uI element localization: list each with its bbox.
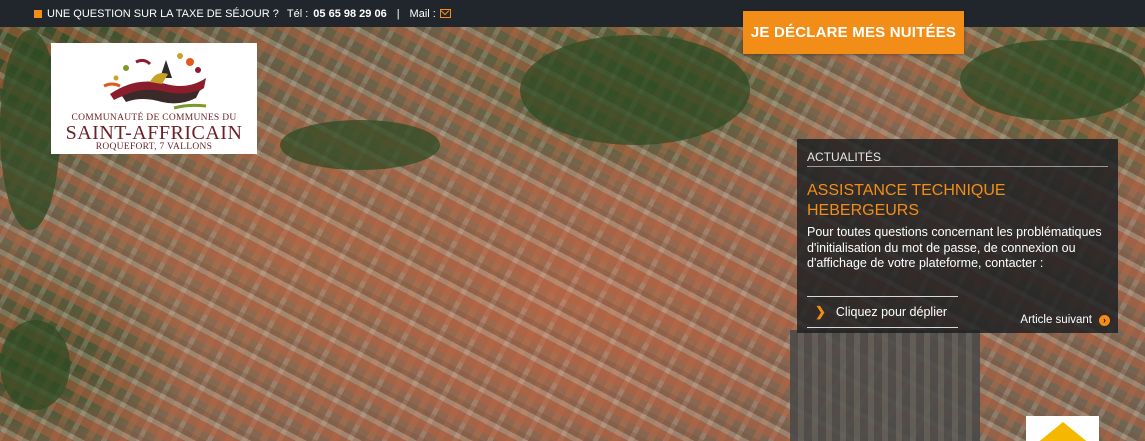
news-body: Pour toutes questions concernant les pro… bbox=[807, 225, 1102, 270]
news-divider bbox=[807, 166, 1108, 167]
tree-cluster bbox=[280, 120, 440, 170]
next-article-link[interactable]: Article suivant › bbox=[1020, 314, 1110, 326]
phone-number-link[interactable]: 05 65 98 29 06 bbox=[313, 8, 386, 20]
envelope-icon[interactable] bbox=[439, 9, 451, 18]
tree-cluster bbox=[520, 35, 750, 145]
community-logo[interactable]: COMMUNAUTÉ DE COMMUNES DU SAINT-AFFRICAI… bbox=[51, 43, 257, 154]
news-headline[interactable]: ASSISTANCE TECHNIQUE HEBERGEURS bbox=[807, 181, 1107, 221]
news-kicker: ACTUALITÉS bbox=[807, 150, 882, 164]
orange-square-icon bbox=[34, 9, 42, 18]
news-panel: ACTUALITÉS ASSISTANCE TECHNIQUE HEBERGEU… bbox=[797, 139, 1118, 333]
expand-label: Cliquez pour déplier bbox=[835, 305, 948, 319]
chevron-right-icon: ❯ bbox=[815, 304, 826, 319]
tax-question-text: UNE QUESTION SUR LA TAXE DE SÉJOUR ? bbox=[47, 7, 279, 20]
phone-label: Tél : bbox=[286, 7, 309, 20]
separator: | bbox=[396, 7, 400, 20]
top-info-bar: UNE QUESTION SUR LA TAXE DE SÉJOUR ? Tél… bbox=[0, 0, 1145, 27]
expand-article-button[interactable]: ❯ Cliquez pour déplier bbox=[807, 296, 958, 328]
tree-cluster bbox=[0, 320, 70, 410]
logo-line-3: ROQUEFORT, 7 VALLONS bbox=[95, 142, 213, 152]
cathedral-building bbox=[790, 330, 980, 441]
corner-badge[interactable] bbox=[1026, 416, 1099, 441]
next-arrow-icon: › bbox=[1099, 314, 1110, 326]
next-article-label: Article suivant bbox=[1020, 314, 1092, 326]
tree-cluster bbox=[960, 40, 1145, 120]
logo-emblem-icon bbox=[103, 53, 207, 110]
yellow-triangle-icon bbox=[1036, 422, 1090, 441]
mail-label: Mail : bbox=[409, 7, 436, 20]
declare-nights-button[interactable]: JE DÉCLARE MES NUITÉES bbox=[743, 11, 964, 54]
